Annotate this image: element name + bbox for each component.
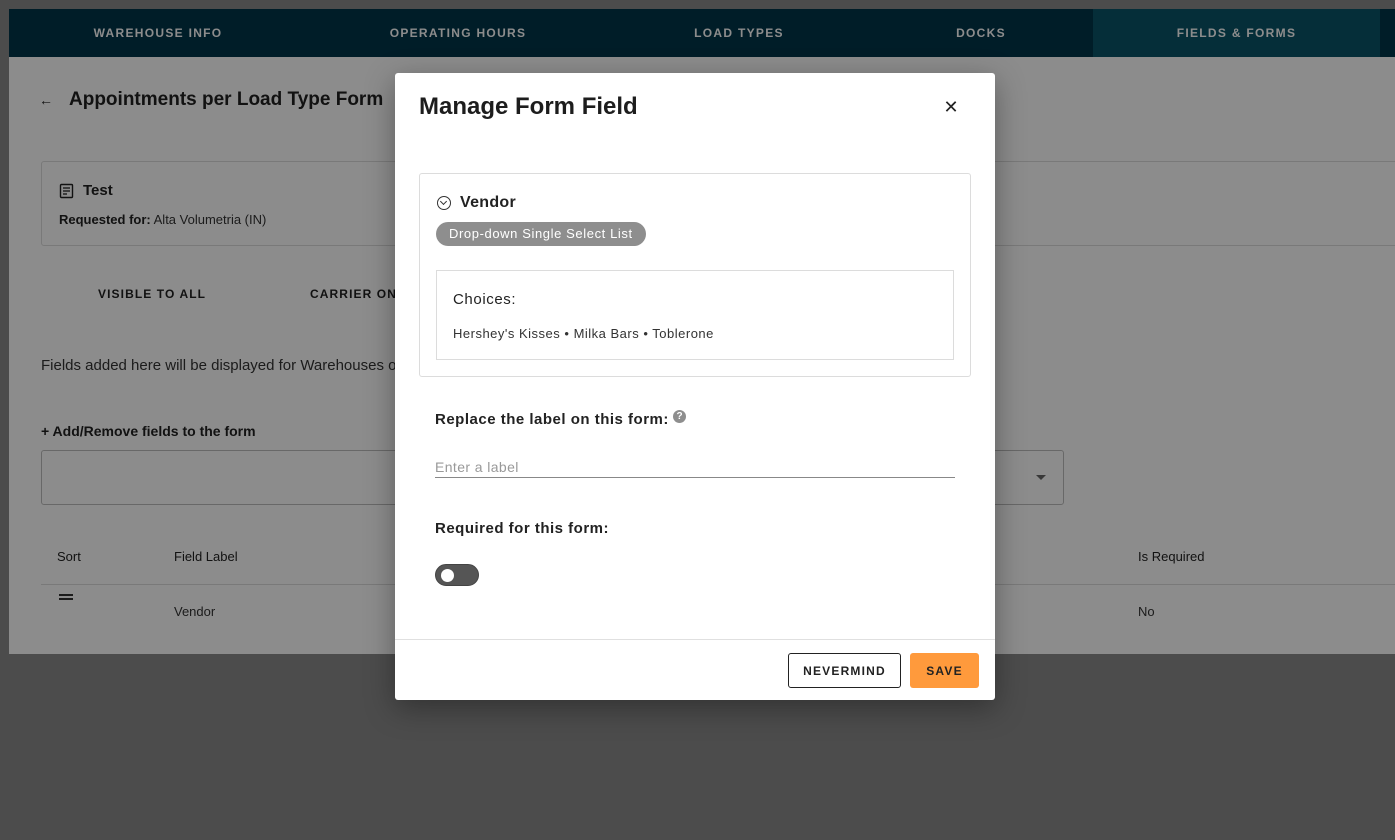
field-header: Vendor <box>437 194 516 212</box>
help-icon[interactable]: ? <box>673 410 686 423</box>
required-toggle[interactable] <box>435 564 479 586</box>
choices-label: Choices: <box>453 291 517 308</box>
replace-label-question: Replace the label on this form: <box>435 411 669 428</box>
dialog-footer: NEVERMIND SAVE <box>395 639 995 700</box>
chevron-circle-icon <box>437 196 451 210</box>
field-details-card: Vendor Drop-down Single Select List Choi… <box>419 173 971 377</box>
manage-form-field-dialog: Manage Form Field ✕ Vendor Drop-down Sin… <box>395 73 995 700</box>
field-name: Vendor <box>460 194 517 211</box>
close-icon[interactable]: ✕ <box>943 97 959 117</box>
required-question: Required for this form: <box>435 520 610 537</box>
label-input[interactable] <box>435 456 955 478</box>
save-button[interactable]: SAVE <box>910 653 979 688</box>
choices-box: Choices: Hershey's Kisses • Milka Bars •… <box>436 270 954 360</box>
toggle-knob <box>441 569 454 582</box>
nevermind-button[interactable]: NEVERMIND <box>788 653 901 688</box>
field-type-badge: Drop-down Single Select List <box>436 222 646 246</box>
dialog-title: Manage Form Field <box>419 93 638 120</box>
choices-list: Hershey's Kisses • Milka Bars • Tobleron… <box>453 326 714 341</box>
